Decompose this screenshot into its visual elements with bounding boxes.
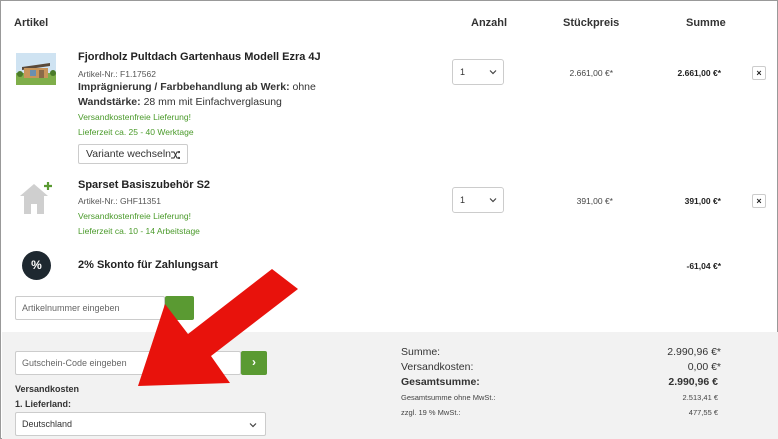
red-arrow-annotation (138, 269, 298, 386)
cart-frame: Artikel Anzahl Stückpreis Summe Fjordhol… (0, 0, 778, 439)
